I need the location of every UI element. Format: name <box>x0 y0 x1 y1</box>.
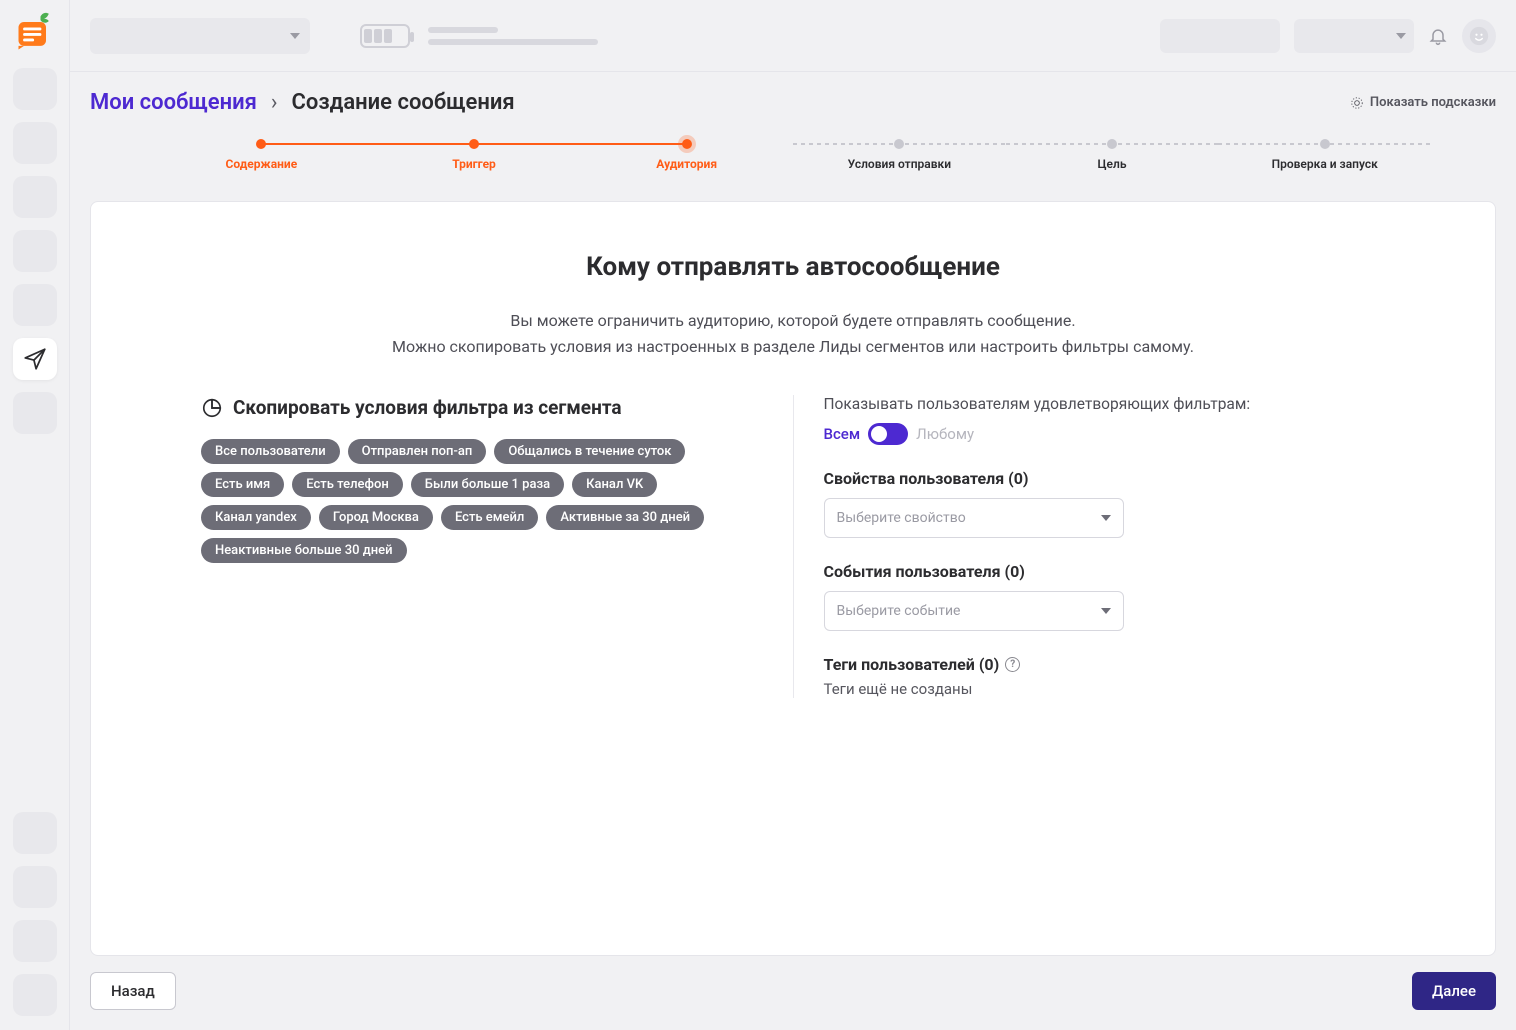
chevron-down-icon <box>290 33 300 39</box>
step-label: Содержание <box>225 157 297 171</box>
wizard-step-2[interactable]: Аудитория <box>580 139 793 171</box>
toggle-all-label: Всем <box>824 425 861 443</box>
rail-item[interactable] <box>13 866 57 908</box>
rail-item[interactable] <box>13 176 57 218</box>
chevron-right-icon: › <box>271 90 278 115</box>
rail-item[interactable] <box>13 122 57 164</box>
rail-item[interactable] <box>13 230 57 272</box>
toggle-any-label: Любому <box>916 425 974 443</box>
wizard-footer: Назад Далее <box>90 956 1496 1030</box>
breadcrumb: Мои сообщения › Создание сообщения Показ… <box>90 90 1496 115</box>
segment-pill[interactable]: Неактивные больше 30 дней <box>201 538 407 563</box>
user-events-title: События пользователя (0) <box>824 562 1386 581</box>
step-dot <box>469 139 479 149</box>
usage-indicator <box>360 24 410 48</box>
wizard-steps: Содержание Триггер Аудитория Условия отправ… <box>90 139 1496 171</box>
next-button[interactable]: Далее <box>1412 972 1496 1010</box>
step-label: Аудитория <box>656 157 717 171</box>
user-event-placeholder: Выберите событие <box>837 603 961 619</box>
segment-pill[interactable]: Город Москва <box>319 505 433 530</box>
app-logo[interactable] <box>12 10 58 56</box>
topbar-dropdown[interactable] <box>1294 19 1414 53</box>
step-label: Триггер <box>452 157 496 171</box>
user-properties-title: Свойства пользователя (0) <box>824 469 1386 488</box>
step-dot <box>682 139 692 149</box>
rail-item[interactable] <box>13 284 57 326</box>
card-title: Кому отправлять автосообщение <box>201 252 1385 282</box>
show-hints-label: Показать подсказки <box>1370 95 1496 110</box>
filter-caption: Показывать пользователям удовлетворяющих… <box>824 395 1386 413</box>
step-dot <box>1107 139 1117 149</box>
topbar <box>70 0 1516 72</box>
match-mode-toggle[interactable] <box>868 423 908 445</box>
rail-item[interactable] <box>13 68 57 110</box>
wizard-step-3[interactable]: Условия отправки <box>793 139 1006 171</box>
workspace-select[interactable] <box>90 18 310 54</box>
topbar-placeholder-text <box>428 27 598 45</box>
back-button[interactable]: Назад <box>90 972 176 1010</box>
avatar[interactable] <box>1462 19 1496 53</box>
sidebar-rail <box>0 0 70 1030</box>
rail-item[interactable] <box>13 812 57 854</box>
step-label: Условия отправки <box>848 157 951 171</box>
wizard-step-4[interactable]: Цель <box>1006 139 1219 171</box>
chevron-down-icon <box>1101 608 1111 614</box>
segment-pill[interactable]: Канал VK <box>572 472 657 497</box>
rail-item[interactable] <box>13 392 57 434</box>
segment-pill[interactable]: Были больше 1 раза <box>411 472 564 497</box>
rail-item[interactable] <box>13 920 57 962</box>
chevron-down-icon <box>1101 515 1111 521</box>
breadcrumb-root[interactable]: Мои сообщения <box>90 90 257 115</box>
segment-pill[interactable]: Все пользователи <box>201 439 340 464</box>
wizard-step-5[interactable]: Проверка и запуск <box>1218 139 1431 171</box>
tags-empty-text: Теги ещё не созданы <box>824 680 1386 698</box>
segment-pills: Все пользователи Отправлен поп-ап Общались… <box>201 439 763 563</box>
segment-pill[interactable]: Есть телефон <box>292 472 403 497</box>
step-dot <box>1320 139 1330 149</box>
step-dot <box>894 139 904 149</box>
user-property-select[interactable]: Выберите свойство <box>824 498 1124 538</box>
segment-pill[interactable]: Есть имя <box>201 472 284 497</box>
step-label: Проверка и запуск <box>1272 157 1378 171</box>
show-hints-button[interactable]: Показать подсказки <box>1350 95 1496 110</box>
segment-pill[interactable]: Общались в течение суток <box>494 439 685 464</box>
rail-item-messages[interactable] <box>13 338 57 380</box>
segment-pill[interactable]: Активные за 30 дней <box>546 505 704 530</box>
segment-pill[interactable]: Канал yandex <box>201 505 311 530</box>
user-event-select[interactable]: Выберите событие <box>824 591 1124 631</box>
notifications-icon[interactable] <box>1428 26 1448 46</box>
chevron-down-icon <box>1396 33 1406 39</box>
breadcrumb-current: Создание сообщения <box>291 90 514 115</box>
segment-copy-title: Скопировать условия фильтра из сегмента <box>201 395 763 421</box>
match-mode-toggle-row: Всем Любому <box>824 423 1386 445</box>
step-dot <box>256 139 266 149</box>
segment-pill[interactable]: Есть емейл <box>441 505 538 530</box>
rail-item[interactable] <box>13 974 57 1016</box>
card-description: Вы можете ограничить аудиторию, которой … <box>201 308 1385 359</box>
segment-pill[interactable]: Отправлен поп-ап <box>348 439 487 464</box>
help-icon[interactable]: ? <box>1005 657 1020 672</box>
content-card: Кому отправлять автосообщение Вы можете … <box>90 201 1496 956</box>
user-property-placeholder: Выберите свойство <box>837 510 966 526</box>
user-tags-title: Теги пользователей (0) ? <box>824 655 1386 674</box>
topbar-button[interactable] <box>1160 19 1280 53</box>
pie-chart-icon <box>201 397 223 419</box>
step-label: Цель <box>1098 157 1127 171</box>
